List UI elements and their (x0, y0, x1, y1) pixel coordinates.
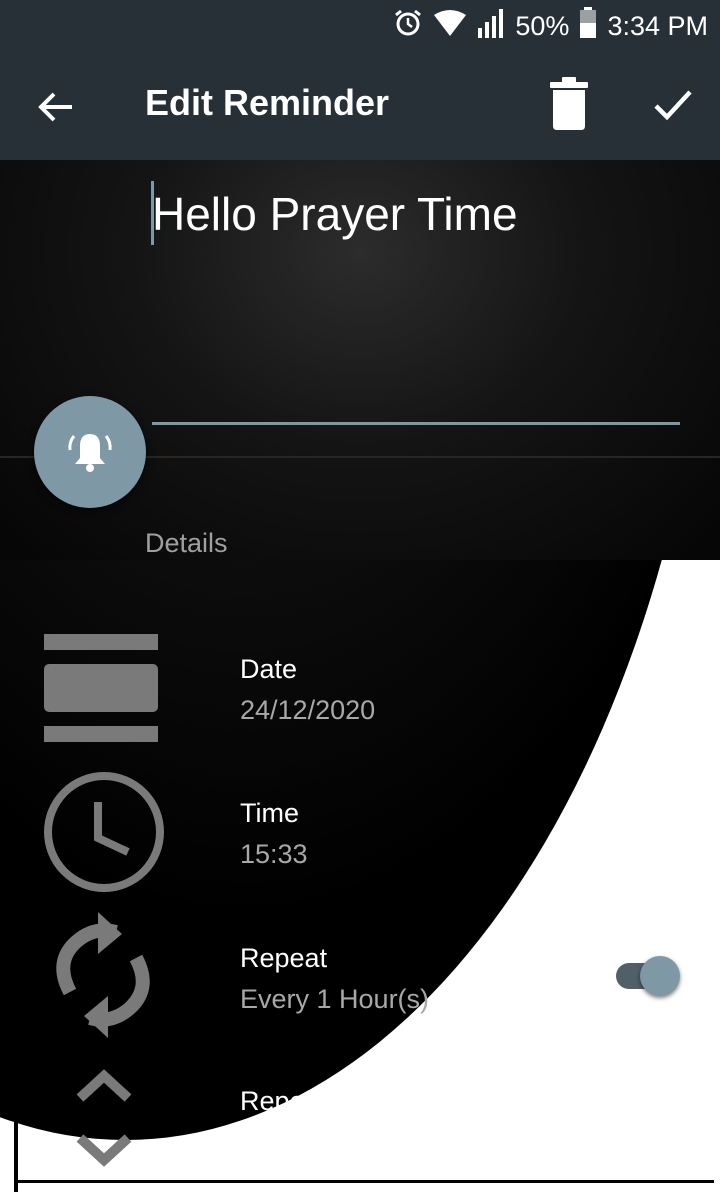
arrow-back-icon (38, 92, 72, 122)
bell-button[interactable] (34, 396, 146, 508)
overlay-line-vertical (14, 884, 18, 1192)
app-screen: 50% 3:34 PM Edit Reminder Hello Prayer T… (0, 0, 720, 1199)
repetition-interval-label: Repetition Interval (240, 1086, 458, 1116)
date-label: Date (240, 654, 298, 684)
reminder-title-input[interactable]: Hello Prayer Time (152, 180, 680, 248)
wifi-icon (433, 9, 467, 44)
alarm-icon (393, 8, 423, 45)
save-button[interactable] (648, 80, 698, 130)
clock-icon (42, 770, 166, 899)
overlay-line-horizontal (14, 1180, 714, 1183)
checkmark-icon (654, 90, 692, 121)
app-toolbar: Edit Reminder (0, 52, 720, 160)
up-down-chevron-icon (74, 1068, 134, 1181)
time-label: Time (240, 798, 299, 828)
title-underline (152, 422, 680, 425)
calendar-icon (42, 632, 160, 749)
battery-icon (579, 6, 597, 46)
repeat-icon (50, 910, 156, 1045)
status-time: 3:34 PM (607, 10, 708, 41)
bell-ringing-icon (68, 434, 112, 472)
page-title: Edit Reminder (145, 82, 390, 123)
trash-icon (550, 77, 588, 130)
status-bar: 50% 3:34 PM (0, 0, 720, 52)
signal-icon (477, 8, 505, 45)
delete-button[interactable] (544, 76, 594, 132)
repeat-label: Repeat (240, 943, 328, 973)
battery-percent: 50% (515, 10, 570, 41)
time-value[interactable]: 15:33 (240, 839, 308, 870)
repeat-value[interactable]: Every 1 Hour(s) (240, 984, 429, 1015)
toggle-thumb (640, 956, 680, 996)
back-button[interactable] (30, 82, 80, 132)
repeat-toggle[interactable] (614, 956, 682, 996)
details-header: Details (145, 528, 228, 558)
date-value[interactable]: 24/12/2020 (240, 695, 375, 726)
